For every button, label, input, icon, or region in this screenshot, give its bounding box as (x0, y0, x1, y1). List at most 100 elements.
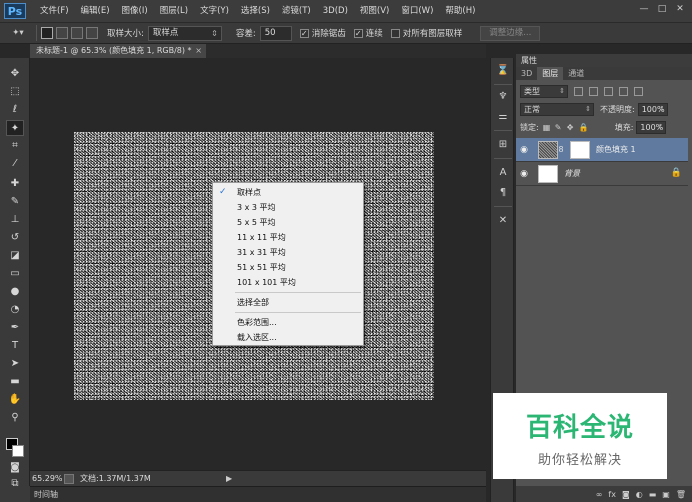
menu-select[interactable]: 选择(S) (235, 0, 276, 22)
menu-item-color-range[interactable]: 色彩范围... (213, 315, 363, 330)
blend-mode-select[interactable]: 正常 (520, 103, 594, 116)
add-selection-icon[interactable] (56, 27, 68, 39)
visibility-eye-icon[interactable]: ◉ (516, 169, 532, 179)
layer-row-background[interactable]: ◉ 背景 🔒 (516, 162, 688, 186)
fill-input[interactable]: 100% (636, 121, 667, 134)
menu-file[interactable]: 文件(F) (34, 0, 75, 22)
filter-adjustment-icon[interactable] (589, 87, 598, 96)
layer-style-icon[interactable]: fx (608, 490, 616, 499)
close-tab-icon[interactable]: × (195, 44, 202, 58)
rectangle-tool-icon[interactable]: ▬ (6, 374, 24, 390)
link-layers-icon[interactable]: ∞ (596, 490, 603, 499)
filter-pixel-icon[interactable] (574, 87, 583, 96)
clone-stamp-icon[interactable]: ⊥ (6, 212, 24, 228)
eyedropper-tool-icon[interactable]: ⁄ (6, 156, 24, 172)
subtract-selection-icon[interactable] (71, 27, 83, 39)
layer-thumbnail (538, 164, 558, 183)
lock-image-icon[interactable]: ✎ (555, 123, 563, 132)
history-brush-icon[interactable]: ↺ (6, 230, 24, 246)
antialias-checkbox[interactable]: ✓ 消除锯齿 (299, 27, 346, 39)
menu-3d[interactable]: 3D(D) (317, 0, 354, 22)
tab-channels[interactable]: 通道 (563, 67, 589, 80)
lock-position-icon[interactable]: ✥ (567, 123, 575, 132)
menu-item-51x51[interactable]: 51 x 51 平均 (213, 260, 363, 275)
menu-layer[interactable]: 图层(L) (154, 0, 194, 22)
filter-smart-object-icon[interactable] (634, 87, 643, 96)
delete-layer-icon[interactable]: 🗑 (676, 490, 686, 499)
dodge-tool-icon[interactable]: ◔ (6, 302, 24, 318)
menu-item-101x101[interactable]: 101 x 101 平均 (213, 275, 363, 290)
menu-item-31x31[interactable]: 31 x 31 平均 (213, 245, 363, 260)
status-menu-arrow-icon[interactable]: ▶ (226, 474, 232, 483)
menu-item-load-selection[interactable]: 载入选区... (213, 330, 363, 345)
clone-source-panel-icon[interactable]: ⊞ (495, 138, 511, 152)
menu-item-point-sample[interactable]: ✓ 取样点 (213, 185, 363, 200)
type-tool-icon[interactable]: T (6, 338, 24, 354)
magic-wand-tool-icon[interactable]: ✦ (6, 120, 24, 136)
magic-wand-tool-preset-icon[interactable]: ✦▾ (4, 24, 32, 42)
timeline-panel-tab[interactable]: 时间轴 (30, 486, 486, 502)
menu-filter[interactable]: 滤镜(T) (276, 0, 317, 22)
sample-size-select[interactable]: 取样点 (147, 25, 222, 41)
hand-tool-icon[interactable]: ✋ (6, 392, 24, 408)
eraser-tool-icon[interactable]: ◪ (6, 248, 24, 264)
tool-presets-panel-icon[interactable]: ✕ (495, 214, 511, 228)
new-selection-icon[interactable] (41, 27, 53, 39)
zoom-tool-icon[interactable]: ⚲ (6, 410, 24, 426)
character-panel-icon[interactable]: A (495, 166, 511, 180)
menu-edit[interactable]: 编辑(E) (75, 0, 116, 22)
close-button[interactable]: ✕ (672, 2, 688, 16)
visibility-eye-icon[interactable]: ◉ (516, 145, 532, 155)
lock-transparent-icon[interactable]: ▦ (543, 123, 551, 132)
tab-3d[interactable]: 3D (516, 67, 537, 80)
add-mask-icon[interactable]: ◙ (622, 490, 630, 499)
opacity-input[interactable]: 100% (637, 103, 668, 116)
minimize-button[interactable]: — (636, 2, 652, 16)
gradient-tool-icon[interactable]: ▭ (6, 266, 24, 282)
background-color-swatch[interactable] (12, 445, 24, 457)
photoshop-logo: Ps (4, 3, 26, 19)
filter-shape-icon[interactable] (619, 87, 628, 96)
new-layer-icon[interactable]: ▣ (662, 490, 670, 499)
new-group-icon[interactable]: ▬ (649, 490, 657, 499)
lasso-tool-icon[interactable]: ℓ (6, 102, 24, 118)
menu-type[interactable]: 文字(Y) (194, 0, 235, 22)
layer-filter-select[interactable]: 类型 (520, 85, 568, 98)
marquee-tool-icon[interactable]: ⬚ (6, 84, 24, 100)
filter-type-icon[interactable] (604, 87, 613, 96)
maximize-button[interactable]: □ (654, 2, 670, 16)
layer-row-color-fill[interactable]: ◉ 8 颜色填充 1 (516, 138, 688, 162)
brush-panel-icon[interactable]: ♆ (495, 90, 511, 104)
menu-item-5x5[interactable]: 5 x 5 平均 (213, 215, 363, 230)
history-panel-icon[interactable]: ⌛ (495, 64, 511, 78)
menu-item-11x11[interactable]: 11 x 11 平均 (213, 230, 363, 245)
quick-mask-icon[interactable]: ◙ (6, 460, 24, 476)
crop-tool-icon[interactable]: ⌗ (6, 138, 24, 154)
refine-edge-button[interactable]: 调整边缘... (480, 25, 541, 41)
healing-brush-icon[interactable]: ✚ (6, 176, 24, 192)
brush-tool-icon[interactable]: ✎ (6, 194, 24, 210)
menu-item-select-all[interactable]: 选择全部 (213, 295, 363, 310)
menu-view[interactable]: 视图(V) (354, 0, 395, 22)
lock-all-icon[interactable]: 🔒 (579, 123, 589, 132)
tab-layers[interactable]: 图层 (537, 67, 564, 80)
document-tab[interactable]: 未标题-1 @ 65.3% (颜色填充 1, RGB/8) * × (30, 44, 206, 58)
path-selection-icon[interactable]: ➤ (6, 356, 24, 372)
menu-image[interactable]: 图像(I) (116, 0, 154, 22)
all-layers-checkbox[interactable]: 对所有图层取样 (390, 27, 462, 39)
properties-panel-tab[interactable]: 属性 (516, 54, 692, 67)
blur-tool-icon[interactable]: ● (6, 284, 24, 300)
contiguous-checkbox[interactable]: ✓ 连续 (353, 27, 383, 39)
adjustments-panel-icon[interactable]: ⚌ (495, 110, 511, 124)
status-info-icon[interactable] (64, 473, 74, 484)
intersect-selection-icon[interactable] (86, 27, 98, 39)
adjustment-layer-icon[interactable]: ◐ (636, 490, 643, 499)
zoom-level[interactable]: 65.29% (30, 474, 64, 483)
paragraph-panel-icon[interactable]: ¶ (495, 186, 511, 200)
pen-tool-icon[interactable]: ✒ (6, 320, 24, 336)
menu-help[interactable]: 帮助(H) (439, 0, 481, 22)
tolerance-input[interactable]: 50 (259, 25, 292, 41)
menu-item-3x3[interactable]: 3 x 3 平均 (213, 200, 363, 215)
menu-window[interactable]: 窗口(W) (395, 0, 439, 22)
move-tool-icon[interactable]: ✥ (6, 66, 24, 82)
